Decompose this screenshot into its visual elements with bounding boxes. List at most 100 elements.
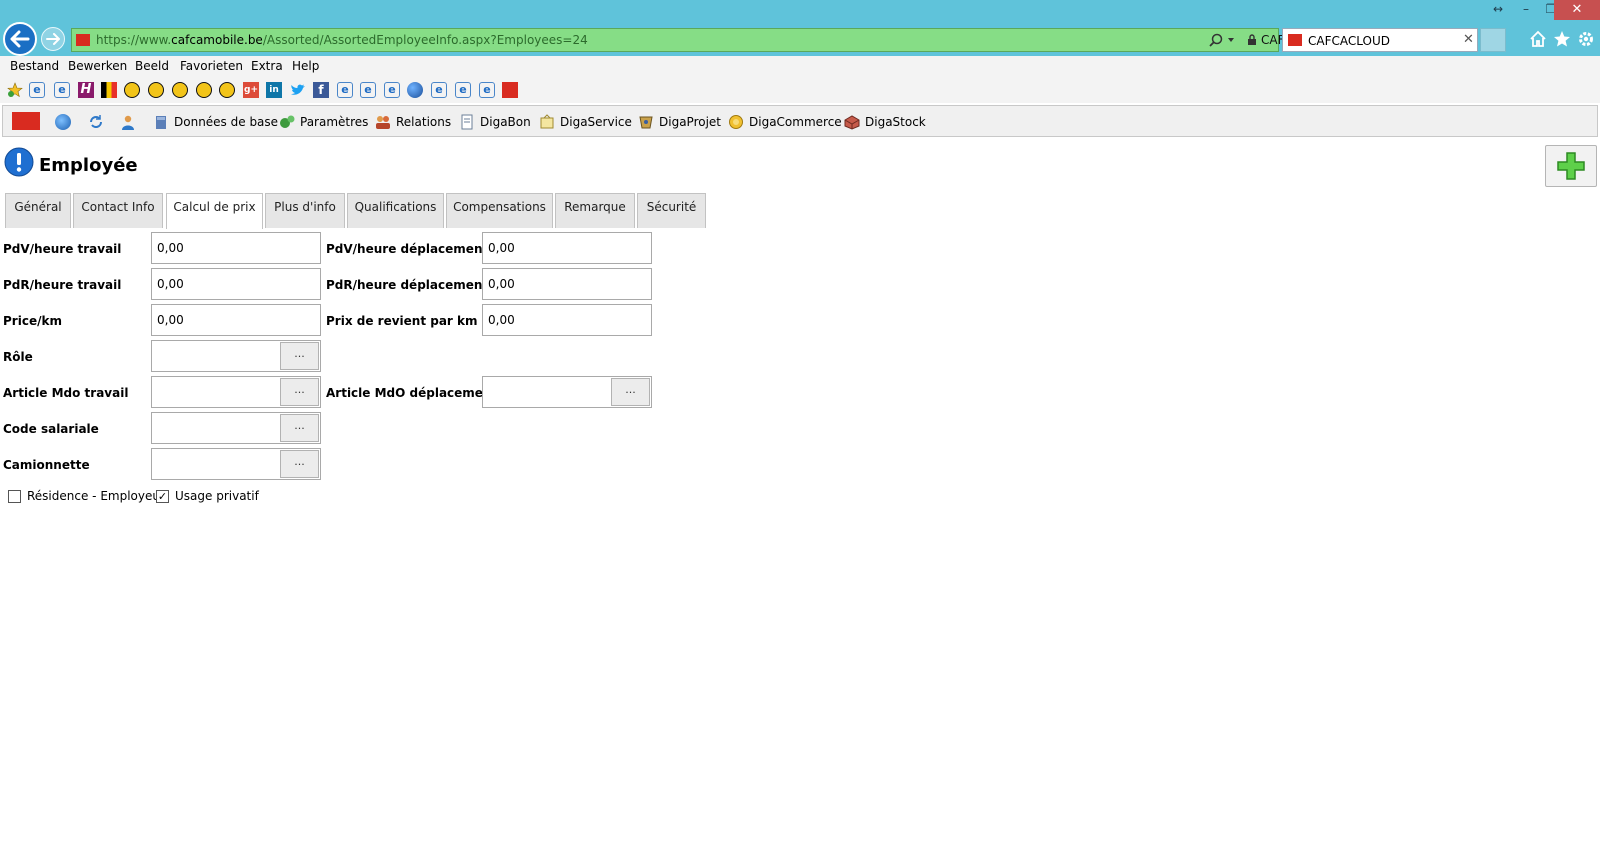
appbar-relations[interactable]: Relations (375, 112, 451, 132)
home-icon[interactable] (1528, 29, 1548, 49)
tab-plus-dinfo[interactable]: Plus d'info (265, 193, 345, 228)
ie-link-icon[interactable]: e (29, 82, 45, 98)
cafca-logo[interactable] (12, 111, 40, 131)
appbar-label: DigaCommerce (749, 115, 842, 129)
add-button[interactable] (1545, 145, 1597, 187)
search-dropdown-icon[interactable] (1209, 32, 1249, 50)
appbar-digaprojet[interactable]: DigaProjet (638, 112, 721, 132)
ie-link-icon[interactable]: e (431, 82, 447, 98)
menu-bar: Bestand Bewerken Beeld Favorieten Extra … (0, 56, 1600, 78)
stock-box-icon (844, 115, 860, 130)
url-domain: cafcamobile.be (171, 33, 263, 47)
residence-employeur-option[interactable]: Résidence - Employeur (8, 489, 165, 503)
appbar-digabon[interactable]: DigaBon (459, 112, 531, 132)
tab-calcul-de-prix[interactable]: Calcul de prix (166, 193, 263, 229)
network-icon[interactable] (55, 112, 76, 132)
price-km-input[interactable] (151, 304, 321, 336)
pdr-heure-travail-input[interactable] (151, 268, 321, 300)
article-mdo-travail-lookup-button[interactable]: ... (280, 378, 319, 406)
gear-icon[interactable] (1576, 29, 1596, 49)
camionnette-lookup-button[interactable]: ... (280, 450, 319, 478)
ie-link-icon[interactable]: e (384, 82, 400, 98)
code-salariale-label: Code salariale (3, 422, 99, 436)
article-mdo-deplacement-lookup-field[interactable]: ... (482, 376, 652, 408)
yellow-link-icon[interactable] (196, 82, 212, 98)
role-lookup-field[interactable]: ... (151, 340, 321, 372)
menu-help[interactable]: Help (292, 59, 319, 73)
belgium-flag-icon[interactable] (101, 82, 117, 98)
yellow-link-icon[interactable] (219, 82, 235, 98)
plus-icon (1557, 152, 1585, 180)
appbar-digastock[interactable]: DigaStock (844, 112, 926, 132)
ie-link-icon[interactable]: e (455, 82, 471, 98)
usage-privatif-option[interactable]: ✓ Usage privatif (156, 489, 259, 503)
ie-link-icon[interactable]: e (54, 82, 70, 98)
code-salariale-lookup-button[interactable]: ... (280, 414, 319, 442)
appbar-digacommerce[interactable]: DigaCommerce (728, 112, 842, 132)
appbar-parametres[interactable]: Paramètres (279, 112, 368, 132)
appbar-label: DigaService (560, 115, 632, 129)
globe-icon[interactable] (407, 82, 423, 98)
ie-link-icon[interactable]: e (337, 82, 353, 98)
role-lookup-button[interactable]: ... (280, 342, 319, 370)
pdv-heure-deplacement-input[interactable] (482, 232, 652, 264)
article-mdo-travail-label: Article Mdo travail (3, 386, 129, 400)
sync-icon[interactable] (88, 112, 109, 132)
menu-bestand[interactable]: Bestand (10, 59, 59, 73)
camionnette-lookup-field[interactable]: ... (151, 448, 321, 480)
tab-contact-info[interactable]: Contact Info (73, 193, 163, 228)
h-link-icon[interactable]: H (78, 82, 94, 98)
prix-revient-km-label: Prix de revient par km (326, 314, 478, 328)
article-mdo-deplacement-lookup-button[interactable]: ... (611, 378, 650, 406)
menu-extra[interactable]: Extra (251, 59, 283, 73)
forward-button[interactable] (41, 27, 65, 51)
prix-revient-km-input[interactable] (482, 304, 652, 336)
back-arrow-icon (10, 30, 30, 48)
close-window-icon[interactable]: ✕ (1554, 0, 1600, 20)
add-favorite-star-icon[interactable] (7, 82, 23, 98)
tab-remarque[interactable]: Remarque (555, 193, 635, 228)
yellow-link-icon[interactable] (148, 82, 164, 98)
cafca-link-icon[interactable] (502, 82, 518, 98)
pdr-heure-travail-label: PdR/heure travail (3, 278, 122, 292)
lock-icon[interactable] (1247, 34, 1257, 45)
linkedin-icon[interactable]: in (266, 82, 282, 98)
back-button[interactable] (3, 22, 37, 56)
article-mdo-travail-lookup-field[interactable]: ... (151, 376, 321, 408)
user-icon[interactable] (120, 112, 141, 132)
menu-bewerken[interactable]: Bewerken (68, 59, 127, 73)
menu-beeld[interactable]: Beeld (135, 59, 169, 73)
close-tab-icon[interactable]: ✕ (1463, 32, 1474, 47)
usage-privatif-label: Usage privatif (175, 489, 259, 503)
residence-employeur-checkbox[interactable] (8, 489, 21, 503)
people-icon (376, 116, 390, 129)
address-bar[interactable]: https://www.cafcamobile.be/Assorted/Asso… (71, 28, 1342, 52)
tab-compensations[interactable]: Compensations (446, 193, 553, 228)
favorites-star-icon[interactable] (1552, 29, 1572, 49)
pdv-heure-travail-input[interactable] (151, 232, 321, 264)
appbar-label: Données de base (174, 115, 279, 129)
ie-link-icon[interactable]: e (360, 82, 376, 98)
yellow-link-icon[interactable] (124, 82, 140, 98)
usage-privatif-checkbox[interactable]: ✓ (156, 489, 169, 503)
new-tab-button[interactable] (1480, 28, 1506, 52)
facebook-icon[interactable]: f (313, 82, 329, 98)
restore-arrows-icon[interactable]: ↔ (1485, 0, 1511, 20)
code-salariale-lookup-field[interactable]: ... (151, 412, 321, 444)
ie-link-icon[interactable]: e (479, 82, 495, 98)
tab-general[interactable]: Général (5, 193, 71, 228)
yellow-link-icon[interactable] (172, 82, 188, 98)
tab-securite[interactable]: Sécurité (637, 193, 706, 228)
service-icon (540, 114, 554, 129)
twitter-icon[interactable] (290, 82, 306, 98)
settings-icon (280, 115, 295, 128)
google-plus-icon[interactable]: g+ (243, 82, 259, 98)
tab-qualifications[interactable]: Qualifications (347, 193, 444, 228)
pdr-heure-deplacement-input[interactable] (482, 268, 652, 300)
browser-tab-cafcacloud[interactable]: CAFCACLOUD ✕ (1282, 28, 1478, 52)
appbar-donnees-de-base[interactable]: Données de base (153, 112, 278, 132)
menu-favorieten[interactable]: Favorieten (180, 59, 243, 73)
minimize-icon[interactable]: – (1513, 0, 1539, 20)
appbar-digaservice[interactable]: DigaService (539, 112, 632, 132)
address-url[interactable]: https://www.cafcamobile.be/Assorted/Asso… (96, 33, 588, 47)
